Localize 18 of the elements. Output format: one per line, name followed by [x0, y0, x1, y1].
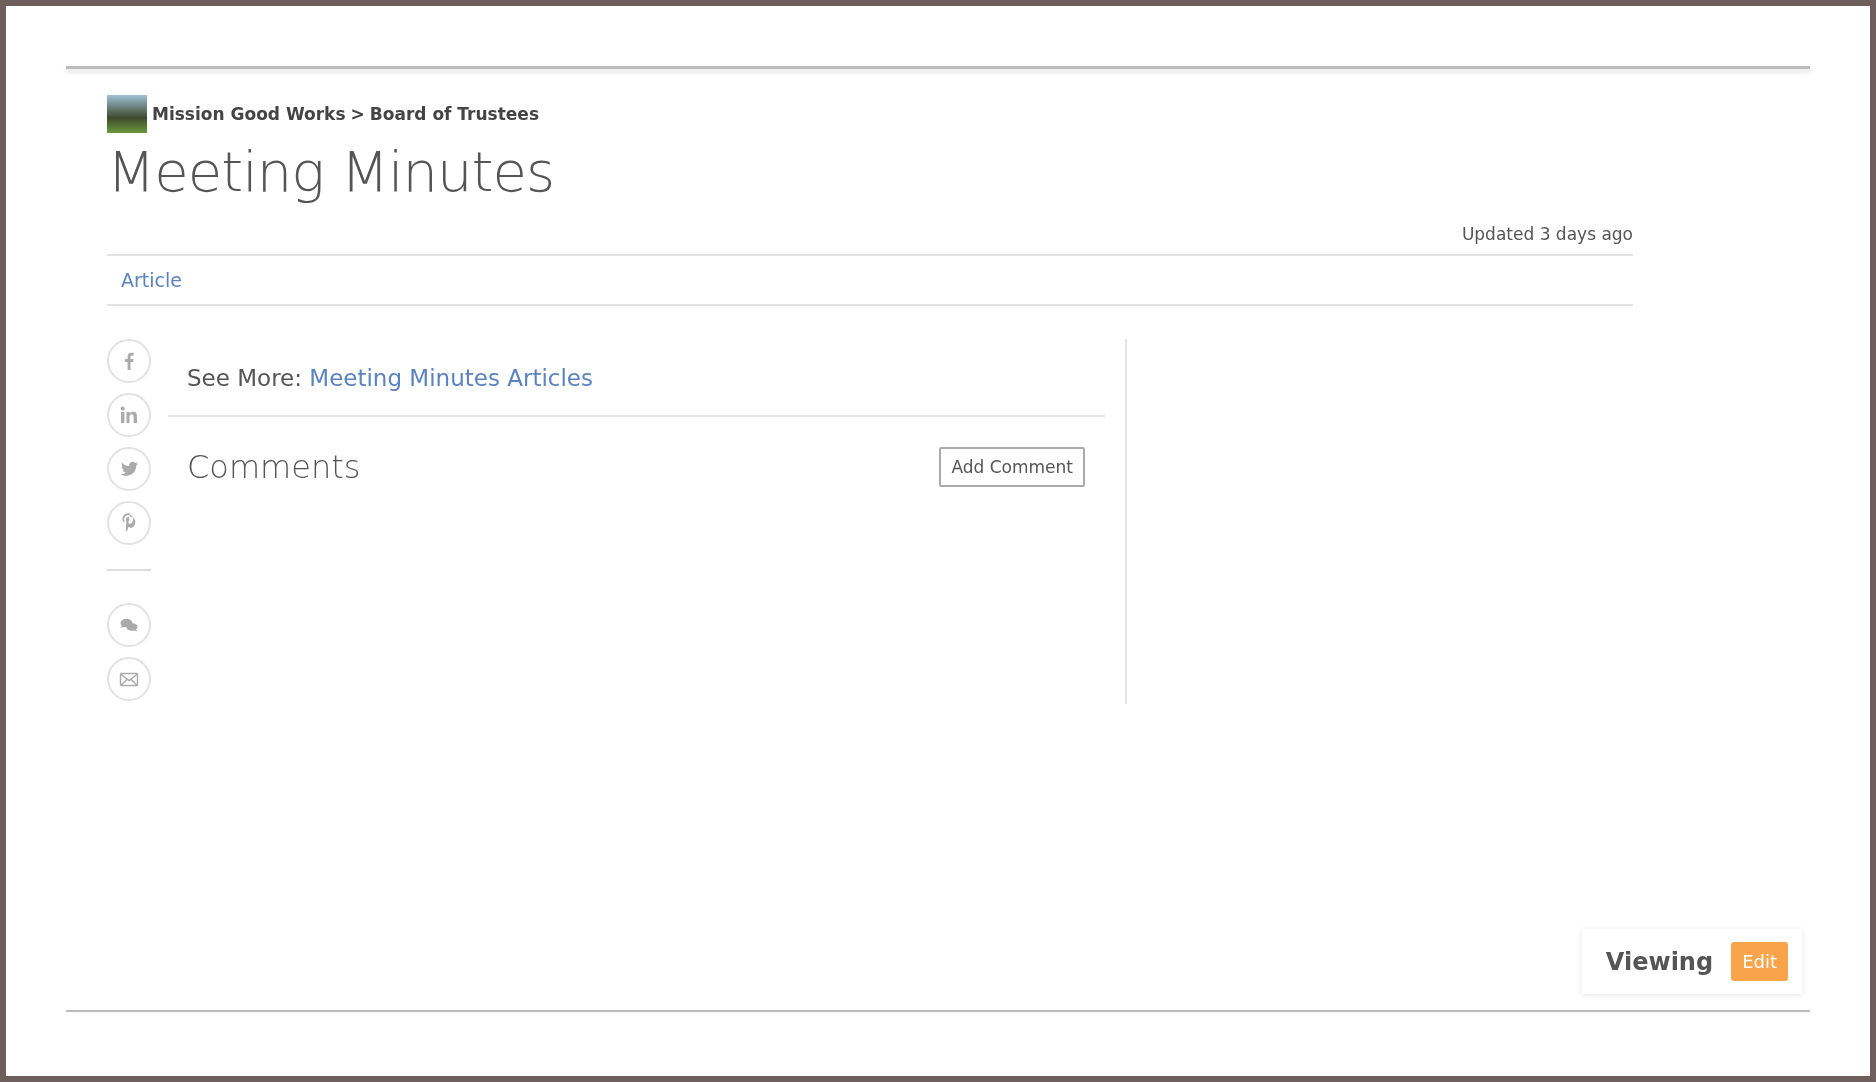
- viewing-label: Viewing: [1605, 947, 1714, 976]
- pinterest-icon[interactable]: [107, 501, 151, 545]
- add-comment-button[interactable]: Add Comment: [939, 447, 1085, 487]
- facebook-icon[interactable]: [107, 339, 151, 383]
- page-title: Meeting Minutes: [107, 139, 556, 204]
- bird-icon[interactable]: [107, 447, 151, 491]
- linkedin-icon[interactable]: [107, 393, 151, 437]
- group-link[interactable]: Mission Good Works: [152, 104, 346, 124]
- see-more-line: See More: Meeting Minutes Articles: [168, 339, 1105, 417]
- comments-heading: Comments: [187, 448, 361, 486]
- group-photo-placeholder: [107, 95, 147, 133]
- envelope-icon[interactable]: [107, 657, 151, 701]
- chat-bubbles-icon[interactable]: [107, 603, 151, 647]
- page-link[interactable]: Board of Trustees: [369, 104, 539, 124]
- article-tab[interactable]: Article: [121, 269, 182, 291]
- articles-link[interactable]: Meeting Minutes Articles: [309, 365, 593, 391]
- updated-time: Updated 3 days ago: [1461, 224, 1633, 244]
- breadcrumb-separator: >: [350, 104, 365, 124]
